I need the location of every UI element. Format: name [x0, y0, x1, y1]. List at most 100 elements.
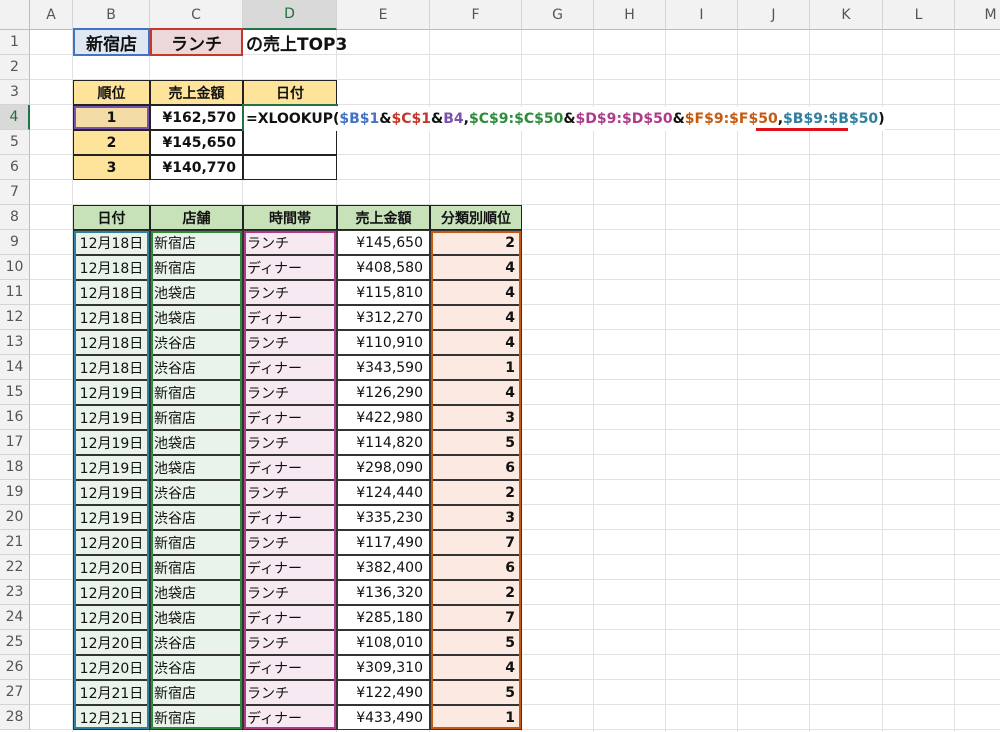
row-header-24[interactable]: 24 — [0, 605, 30, 630]
table-cell-e[interactable]: ¥117,490 — [337, 530, 430, 555]
table-cell-f[interactable]: 3 — [430, 505, 522, 530]
row-header-13[interactable]: 13 — [0, 330, 30, 355]
top3-date-cell[interactable] — [243, 130, 337, 155]
title-store-cell[interactable]: 新宿店 — [73, 28, 150, 56]
table-cell-e[interactable]: ¥433,490 — [337, 705, 430, 730]
table-cell-b[interactable]: 12月18日 — [73, 355, 150, 380]
table-cell-c[interactable]: 渋谷店 — [150, 330, 243, 355]
table-cell-d[interactable]: ランチ — [243, 380, 337, 405]
row-header-9[interactable]: 9 — [0, 230, 30, 255]
title-period-cell[interactable]: ランチ — [150, 28, 243, 56]
table-cell-d[interactable]: ディナー — [243, 305, 337, 330]
table-cell-f[interactable]: 6 — [430, 455, 522, 480]
column-header-f[interactable]: F — [430, 0, 522, 30]
table-cell-d[interactable]: ディナー — [243, 455, 337, 480]
table-cell-f[interactable]: 1 — [430, 355, 522, 380]
table-cell-d[interactable]: ディナー — [243, 405, 337, 430]
table-cell-c[interactable]: 池袋店 — [150, 605, 243, 630]
table-cell-b[interactable]: 12月18日 — [73, 230, 150, 255]
column-header-l[interactable]: L — [883, 0, 955, 30]
table-cell-d[interactable]: ディナー — [243, 605, 337, 630]
table-cell-b[interactable]: 12月19日 — [73, 380, 150, 405]
row-header-18[interactable]: 18 — [0, 455, 30, 480]
table-cell-d[interactable]: ランチ — [243, 630, 337, 655]
table-cell-f[interactable]: 4 — [430, 255, 522, 280]
table-cell-d[interactable]: ディナー — [243, 505, 337, 530]
table-cell-e[interactable]: ¥115,810 — [337, 280, 430, 305]
table-cell-e[interactable]: ¥126,290 — [337, 380, 430, 405]
table-cell-f[interactable]: 5 — [430, 430, 522, 455]
table-cell-c[interactable]: 渋谷店 — [150, 505, 243, 530]
table-cell-f[interactable]: 7 — [430, 530, 522, 555]
table-header-e[interactable]: 売上金額 — [337, 205, 430, 230]
table-cell-c[interactable]: 新宿店 — [150, 530, 243, 555]
table-cell-d[interactable]: ディナー — [243, 705, 337, 730]
table-cell-b[interactable]: 12月19日 — [73, 430, 150, 455]
row-header-20[interactable]: 20 — [0, 505, 30, 530]
table-cell-c[interactable]: 池袋店 — [150, 580, 243, 605]
top3-rank-cell[interactable]: 3 — [73, 155, 150, 180]
table-cell-e[interactable]: ¥145,650 — [337, 230, 430, 255]
row-header-1[interactable]: 1 — [0, 30, 30, 55]
table-cell-f[interactable]: 2 — [430, 580, 522, 605]
row-header-25[interactable]: 25 — [0, 630, 30, 655]
column-header-j[interactable]: J — [738, 0, 810, 30]
table-header-c[interactable]: 店舗 — [150, 205, 243, 230]
row-header-26[interactable]: 26 — [0, 655, 30, 680]
table-cell-e[interactable]: ¥124,440 — [337, 480, 430, 505]
table-cell-e[interactable]: ¥408,580 — [337, 255, 430, 280]
table-cell-b[interactable]: 12月21日 — [73, 705, 150, 730]
table-cell-d[interactable]: ランチ — [243, 430, 337, 455]
table-cell-b[interactable]: 12月20日 — [73, 605, 150, 630]
row-header-17[interactable]: 17 — [0, 430, 30, 455]
table-cell-b[interactable]: 12月20日 — [73, 530, 150, 555]
row-header-5[interactable]: 5 — [0, 130, 30, 155]
table-cell-e[interactable]: ¥309,310 — [337, 655, 430, 680]
column-header-m[interactable]: M — [955, 0, 1000, 30]
table-cell-c[interactable]: 渋谷店 — [150, 655, 243, 680]
select-all-corner[interactable] — [0, 0, 30, 30]
table-cell-c[interactable]: 新宿店 — [150, 680, 243, 705]
table-cell-e[interactable]: ¥285,180 — [337, 605, 430, 630]
column-header-c[interactable]: C — [150, 0, 243, 30]
table-cell-c[interactable]: 新宿店 — [150, 705, 243, 730]
table-cell-d[interactable]: ランチ — [243, 480, 337, 505]
column-header-g[interactable]: G — [522, 0, 594, 30]
table-cell-f[interactable]: 2 — [430, 230, 522, 255]
table-cell-c[interactable]: 新宿店 — [150, 380, 243, 405]
table-cell-c[interactable]: 池袋店 — [150, 280, 243, 305]
table-cell-c[interactable]: 池袋店 — [150, 455, 243, 480]
table-cell-b[interactable]: 12月18日 — [73, 305, 150, 330]
top3-date-cell[interactable] — [243, 155, 337, 180]
table-cell-e[interactable]: ¥335,230 — [337, 505, 430, 530]
table-cell-b[interactable]: 12月20日 — [73, 555, 150, 580]
table-cell-f[interactable]: 4 — [430, 655, 522, 680]
table-cell-b[interactable]: 12月19日 — [73, 480, 150, 505]
row-header-22[interactable]: 22 — [0, 555, 30, 580]
table-cell-e[interactable]: ¥382,400 — [337, 555, 430, 580]
top3-rank-cell[interactable]: 2 — [73, 130, 150, 155]
table-cell-c[interactable]: 新宿店 — [150, 405, 243, 430]
table-cell-b[interactable]: 12月18日 — [73, 255, 150, 280]
row-header-15[interactable]: 15 — [0, 380, 30, 405]
column-header-k[interactable]: K — [810, 0, 883, 30]
table-cell-b[interactable]: 12月19日 — [73, 405, 150, 430]
top3-amount-cell[interactable]: ¥162,570 — [150, 105, 243, 130]
table-cell-e[interactable]: ¥114,820 — [337, 430, 430, 455]
top3-rank-cell[interactable]: 1 — [73, 105, 150, 130]
table-cell-f[interactable]: 3 — [430, 405, 522, 430]
table-cell-d[interactable]: ランチ — [243, 530, 337, 555]
row-header-2[interactable]: 2 — [0, 55, 30, 80]
row-header-23[interactable]: 23 — [0, 580, 30, 605]
table-cell-c[interactable]: 池袋店 — [150, 305, 243, 330]
table-cell-f[interactable]: 4 — [430, 380, 522, 405]
table-cell-f[interactable]: 2 — [430, 480, 522, 505]
table-cell-c[interactable]: 池袋店 — [150, 430, 243, 455]
table-header-b[interactable]: 日付 — [73, 205, 150, 230]
row-header-10[interactable]: 10 — [0, 255, 30, 280]
spreadsheet-grid[interactable]: A B C D E F G H I J K L M 1 2 3 4 5 6 7 8 9 10 11 12 13 14 15 16 17 18… — [0, 0, 1000, 732]
row-header-4[interactable]: 4 — [0, 105, 30, 130]
table-cell-f[interactable]: 5 — [430, 630, 522, 655]
row-header-21[interactable]: 21 — [0, 530, 30, 555]
top3-header-d[interactable]: 日付 — [243, 80, 337, 105]
